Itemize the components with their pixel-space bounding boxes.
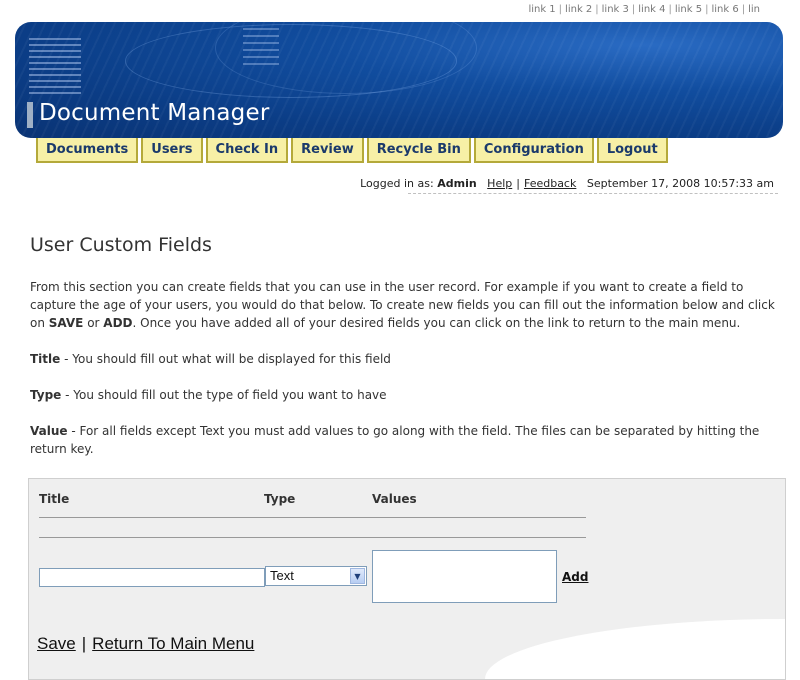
save-link[interactable]: Save [37, 634, 76, 653]
tab-review[interactable]: Review [291, 138, 364, 163]
banner-decoration [243, 28, 279, 70]
tab-users[interactable]: Users [141, 138, 203, 163]
column-header-type: Type [264, 492, 296, 506]
divider [39, 517, 586, 518]
type-select-value: Text [270, 568, 294, 583]
values-textarea[interactable] [372, 550, 557, 603]
page-title: User Custom Fields [30, 234, 212, 256]
intro-text: From this section you can create fields … [30, 278, 790, 332]
separator: | [516, 177, 520, 190]
logged-in-label: Logged in as: [360, 177, 434, 190]
type-select[interactable]: Text ▼ [265, 566, 367, 586]
title-term: Title [30, 352, 61, 366]
return-main-menu-link[interactable]: Return To Main Menu [92, 634, 254, 653]
header-banner: Document Manager [15, 22, 783, 138]
feedback-link[interactable]: Feedback [524, 177, 576, 190]
top-links: link 1 | link 2 | link 3 | link 4 | link 5 | link … [528, 4, 760, 15]
tab-configuration[interactable]: Configuration [473, 138, 594, 163]
current-datetime: September 17, 2008 10:57:33 am [586, 177, 774, 190]
value-desc: - For all fields except Text you must ad… [30, 424, 760, 456]
add-button[interactable]: Add [562, 570, 588, 584]
help-link[interactable]: Help [487, 177, 512, 190]
app-title: Document Manager [39, 100, 270, 126]
tab-recycle-bin[interactable]: Recycle Bin [366, 138, 471, 163]
footer-links: Save | Return To Main Menu [37, 634, 254, 654]
separator: | [81, 634, 87, 653]
type-help: Type - You should fill out the type of f… [30, 386, 790, 404]
divider [39, 537, 586, 538]
divider [408, 193, 778, 194]
value-term: Value [30, 424, 68, 438]
intro-add-keyword: ADD [103, 316, 133, 330]
main-nav: Documents Users Check In Review Recycle … [36, 138, 668, 163]
top-link-3[interactable]: link 3 [602, 4, 629, 15]
intro-or: or [83, 316, 104, 330]
top-link-4[interactable]: link 4 [638, 4, 665, 15]
top-link-1[interactable]: link 1 [528, 4, 555, 15]
status-bar: Logged in as: Admin Help | Feedback Septem… [360, 177, 774, 190]
top-link-2[interactable]: link 2 [565, 4, 592, 15]
chevron-down-icon[interactable]: ▼ [350, 568, 365, 584]
column-header-title: Title [39, 492, 70, 506]
tab-check-in[interactable]: Check In [205, 138, 289, 163]
intro-part-2: . Once you have added all of your desire… [132, 316, 741, 330]
separator: | [558, 4, 563, 15]
current-user: Admin [437, 177, 477, 190]
intro-save-keyword: SAVE [48, 316, 84, 330]
title-input[interactable] [39, 568, 265, 587]
type-desc: - You should fill out the type of field … [61, 388, 387, 402]
top-link-7[interactable]: lin [748, 4, 760, 15]
title-marker [27, 102, 33, 128]
column-header-values: Values [372, 492, 417, 506]
separator: | [631, 4, 636, 15]
title-desc: - You should fill out what will be displ… [60, 352, 391, 366]
panel-decoration [485, 619, 785, 679]
type-term: Type [30, 388, 62, 402]
value-help: Value - For all fields except Text you m… [30, 422, 790, 458]
tab-documents[interactable]: Documents [36, 138, 139, 163]
title-help: Title - You should fill out what will be… [30, 350, 790, 368]
top-link-6[interactable]: link 6 [711, 4, 738, 15]
separator: | [668, 4, 672, 15]
separator: | [595, 4, 599, 15]
separator: | [741, 4, 746, 15]
tab-logout[interactable]: Logout [596, 138, 668, 163]
top-link-5[interactable]: link 5 [675, 4, 702, 15]
banner-decoration [29, 38, 81, 98]
